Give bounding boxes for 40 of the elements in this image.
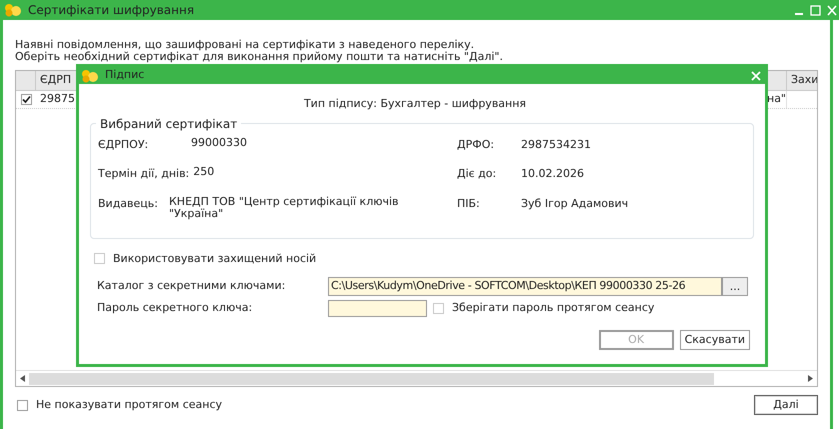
logo-icon bbox=[4, 3, 22, 17]
checkbox-label: Використовувати захищений носій bbox=[113, 250, 316, 266]
horizontal-scrollbar[interactable] bbox=[16, 370, 817, 386]
field-label: ЄДРПОУ: bbox=[98, 136, 150, 152]
field-value: 2987534231 bbox=[521, 136, 591, 152]
table-cell-text: 29875 bbox=[40, 91, 75, 108]
key-directory-field[interactable]: C:\Users\Kudym\OneDrive - SOFTCOM\Desktop\КЕП 99000330 25-26 bbox=[328, 277, 722, 296]
browse-button[interactable]: ... bbox=[722, 277, 748, 296]
checkbox[interactable] bbox=[433, 303, 444, 314]
password-field[interactable] bbox=[328, 300, 427, 317]
field-value: КНЕДП ТОВ "Центр сертифікації ключів "Україна" bbox=[169, 196, 400, 220]
close-icon[interactable] bbox=[827, 4, 837, 16]
table-cell-text: на" bbox=[767, 91, 786, 108]
scroll-left-icon[interactable] bbox=[20, 375, 25, 382]
scroll-right-icon[interactable] bbox=[808, 375, 813, 382]
field-value: Зуб Ігор Адамович bbox=[521, 196, 628, 212]
field-value: 250 bbox=[193, 166, 216, 180]
field-label: ДРФО: bbox=[457, 136, 496, 152]
checkbox-label: Зберігати пароль протягом сеансу bbox=[452, 300, 654, 316]
checkbox[interactable] bbox=[94, 253, 105, 264]
instructions: Наявні повідомлення, що зашифровані на сертифікати з наведеного переліку. Оберіть необхідний сертифікат для виконання прийому пошти та натисніть "Далі". bbox=[15, 39, 504, 63]
checkbox-label: Не показувати протягом сеансу bbox=[36, 396, 222, 413]
field-label: Діє до: bbox=[457, 166, 498, 182]
cancel-button[interactable]: Скасувати bbox=[680, 330, 750, 350]
group-title: Вибраний сертифікат bbox=[99, 116, 238, 132]
field-label: ПІБ: bbox=[457, 196, 481, 212]
window-title: Сертифікати шифрування bbox=[28, 2, 196, 19]
field-value: 10.02.2026 bbox=[521, 166, 584, 182]
field-value: 99000330 bbox=[191, 136, 248, 150]
checkbox[interactable] bbox=[20, 94, 32, 105]
dialog-title: Підпис bbox=[105, 67, 146, 84]
maximize-icon[interactable] bbox=[810, 4, 821, 16]
logo-icon bbox=[81, 68, 99, 82]
close-icon[interactable] bbox=[751, 70, 761, 80]
field-label: Пароль секретного ключа: bbox=[97, 300, 254, 316]
field-label: Термін дії, днів: bbox=[98, 166, 190, 182]
next-button[interactable]: Далі bbox=[754, 395, 818, 415]
field-label: Каталог з секретними ключами: bbox=[97, 278, 286, 294]
field-label: Видавець: bbox=[98, 196, 159, 212]
checkbox[interactable] bbox=[17, 400, 28, 410]
